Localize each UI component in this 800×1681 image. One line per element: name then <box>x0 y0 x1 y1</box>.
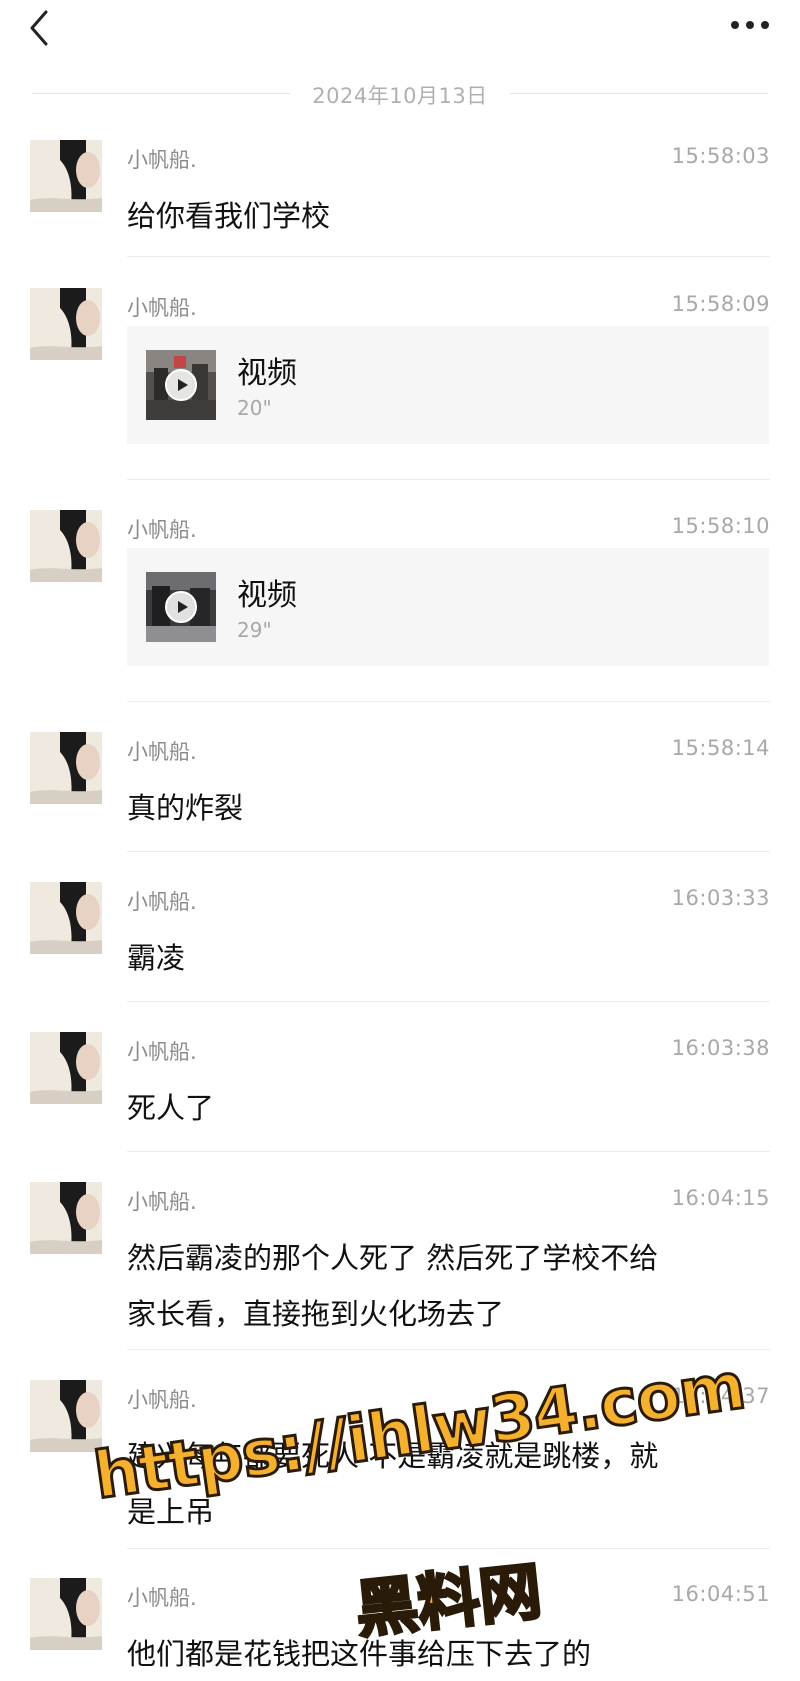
video-title: 视频 <box>237 356 297 391</box>
avatar[interactable] <box>30 882 102 954</box>
message-time: 15:58:03 <box>671 144 770 168</box>
message-text: 死人了 <box>127 1091 215 1125</box>
message-divider <box>127 1349 770 1350</box>
message-time: 15:58:10 <box>671 514 770 538</box>
message-time: 16:04:15 <box>671 1186 770 1210</box>
message-divider <box>127 479 770 480</box>
message-time: 15:58:14 <box>671 736 770 760</box>
video-duration: 20" <box>237 396 272 420</box>
message-divider <box>127 851 770 852</box>
message-text-line: 家长看，直接拖到火化场去了 <box>127 1297 505 1331</box>
message-divider <box>127 256 770 257</box>
message-divider <box>127 701 770 702</box>
sender-name: 小帆船. <box>127 148 197 172</box>
video-thumbnail <box>146 350 216 420</box>
sender-name: 小帆船. <box>127 1586 197 1610</box>
avatar[interactable] <box>30 1032 102 1104</box>
sender-name: 小帆船. <box>127 296 197 320</box>
avatar[interactable] <box>30 732 102 804</box>
message-text: 霸凌 <box>127 941 186 975</box>
sender-name: 小帆船. <box>127 890 197 914</box>
message-time: 16:04:51 <box>671 1582 770 1606</box>
message-text: 然后霸凌的那个人死了 然后死了学校不给 家长看，直接拖到火化场去了 <box>127 1230 767 1342</box>
chat-history-screen: 2024年10月13日 小帆船. 15:58:03 给你看我们学校 小帆船. 1… <box>0 0 800 1681</box>
sender-name: 小帆船. <box>127 518 197 542</box>
avatar[interactable] <box>30 140 102 212</box>
video-title: 视频 <box>237 578 297 613</box>
sender-name: 小帆船. <box>127 740 197 764</box>
message-text-line: 建兴每年都要死人 不是霸凌就是跳楼，就 <box>127 1439 659 1473</box>
message-time: 15:58:09 <box>671 292 770 316</box>
play-icon <box>165 591 197 623</box>
video-message-card[interactable]: 视频 29" <box>127 548 769 666</box>
video-thumbnail <box>146 572 216 642</box>
message-text: 真的炸裂 <box>127 791 244 825</box>
sender-name: 小帆船. <box>127 1190 197 1214</box>
message-text: 给你看我们学校 <box>127 199 331 233</box>
avatar[interactable] <box>30 288 102 360</box>
message-text-line: 是上吊 <box>127 1495 215 1529</box>
message-divider <box>127 1548 770 1549</box>
message-text: 建兴每年都要死人 不是霸凌就是跳楼，就 是上吊 <box>127 1428 767 1540</box>
avatar[interactable] <box>30 1182 102 1254</box>
sender-name: 小帆船. <box>127 1040 197 1064</box>
message-divider <box>127 1151 770 1152</box>
message-divider <box>127 1001 770 1002</box>
video-message-card[interactable]: 视频 20" <box>127 326 769 444</box>
video-duration: 29" <box>237 618 272 642</box>
message-text-line: 然后霸凌的那个人死了 然后死了学校不给 <box>127 1241 659 1275</box>
play-icon <box>165 369 197 401</box>
avatar[interactable] <box>30 1380 102 1452</box>
message-time: 16:03:38 <box>671 1036 770 1060</box>
sender-name: 小帆船. <box>127 1388 197 1412</box>
message-time: 16:03:33 <box>671 886 770 910</box>
message-list: 小帆船. 15:58:03 给你看我们学校 小帆船. 15:58:09 视频 2… <box>0 0 800 1681</box>
avatar[interactable] <box>30 510 102 582</box>
message-time: 16:04:37 <box>671 1384 770 1408</box>
message-text: 他们都是花钱把这件事给压下去了的 <box>127 1637 592 1671</box>
avatar[interactable] <box>30 1578 102 1650</box>
